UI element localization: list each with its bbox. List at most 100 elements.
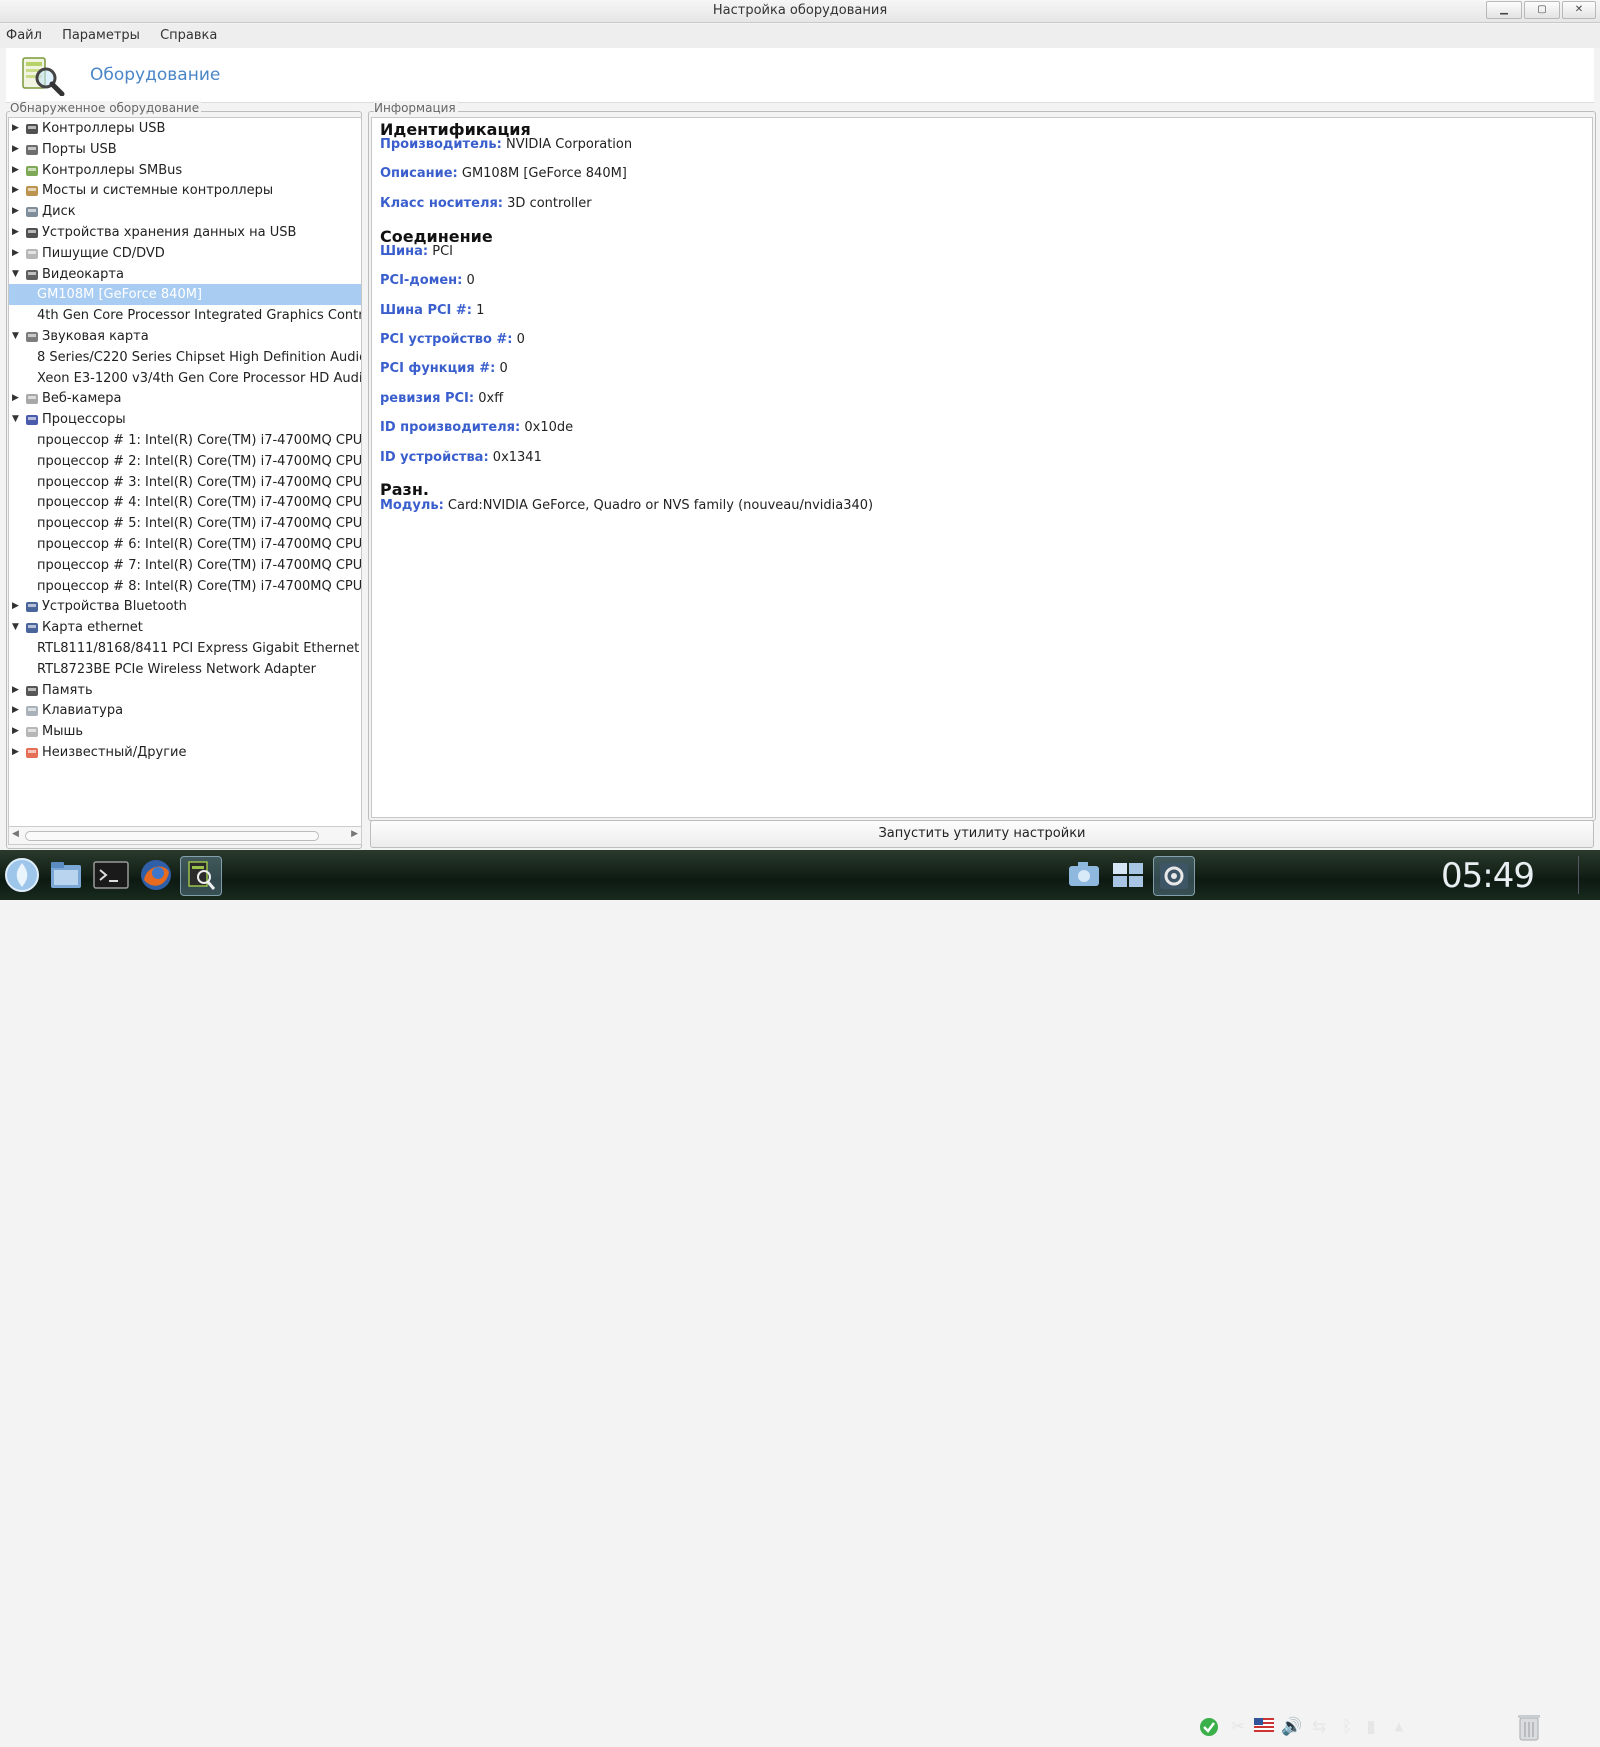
expand-arrow-icon[interactable]: ▶ (12, 118, 22, 139)
workspaces-icon[interactable] (1108, 856, 1148, 894)
tree-device-item[interactable]: процессор # 5: Intel(R) Core(TM) i7-4700… (9, 513, 361, 534)
hardware-config-icon[interactable] (180, 856, 222, 896)
tree-device-item[interactable]: 4th Gen Core Processor Integrated Graphi… (9, 305, 361, 326)
expand-arrow-icon[interactable]: ▶ (12, 222, 22, 243)
field-pci-function: PCI функция #: 0 (380, 361, 508, 376)
tray-expand-icon[interactable]: ▲ (1389, 1717, 1409, 1737)
field-manufacturer: Производитель: NVIDIA Corporation (380, 137, 633, 152)
tree-category[interactable]: ▼ Процессоры (9, 409, 361, 430)
collapse-arrow-icon[interactable]: ▼ (12, 409, 22, 430)
start-menu-icon[interactable] (4, 857, 40, 893)
volume-icon[interactable]: 🔊 (1281, 1717, 1302, 1737)
terminal-icon[interactable] (91, 856, 131, 894)
collapse-arrow-icon[interactable]: ▼ (12, 617, 22, 638)
hardware-tree[interactable]: ▶ Контроллеры USB ▶ Порты USB ▶ Контроллеры S… (8, 117, 362, 829)
tree-device-label: процессор # 3: Intel(R) Core(TM) i7-4700… (37, 474, 361, 490)
run-config-utility-button[interactable]: Запустить утилиту настройки (370, 820, 1594, 848)
tree-device-item[interactable]: GM108M [GeForce 840M] (9, 284, 361, 306)
expand-arrow-icon[interactable]: ▶ (12, 721, 22, 742)
page-header: Оборудование (6, 48, 1594, 103)
tree-device-item[interactable]: процессор # 2: Intel(R) Core(TM) i7-4700… (9, 451, 361, 472)
tree-category[interactable]: ▶ Контроллеры SMBus (9, 160, 361, 181)
network-icon[interactable]: ⇆ (1309, 1717, 1329, 1737)
tree-device-item[interactable]: RTL8111/8168/8411 PCI Express Gigabit Et… (9, 638, 361, 659)
information-label: Информация (374, 101, 458, 115)
unknown-icon (26, 748, 38, 758)
scrollbar-thumb[interactable] (25, 831, 319, 841)
expand-arrow-icon[interactable]: ▶ (12, 201, 22, 222)
tree-device-item[interactable]: процессор # 1: Intel(R) Core(TM) i7-4700… (9, 430, 361, 451)
tree-category[interactable]: ▼ Звуковая карта (9, 326, 361, 347)
scroll-left-icon[interactable]: ◀ (12, 829, 19, 839)
menu-file[interactable]: Файл (0, 24, 50, 43)
collapse-arrow-icon[interactable]: ▼ (12, 264, 22, 285)
tree-category[interactable]: ▶ Мосты и системные контроллеры (9, 180, 361, 201)
tree-device-item[interactable]: процессор # 8: Intel(R) Core(TM) i7-4700… (9, 576, 361, 597)
show-desktop-button[interactable] (1578, 856, 1597, 894)
tree-device-item[interactable]: процессор # 7: Intel(R) Core(TM) i7-4700… (9, 555, 361, 576)
usb-icon (26, 124, 38, 134)
screenshot-icon[interactable] (1064, 856, 1104, 894)
disk-icon (26, 207, 38, 218)
tree-device-item[interactable]: Xeon E3-1200 v3/4th Gen Core Processor H… (9, 368, 361, 389)
tree-category-label: Процессоры (42, 412, 126, 428)
tree-device-label: процессор # 7: Intel(R) Core(TM) i7-4700… (37, 557, 361, 573)
tree-horizontal-scrollbar[interactable]: ◀ ▶ (8, 826, 362, 845)
bridge-icon (26, 186, 38, 197)
tree-device-item[interactable]: процессор # 4: Intel(R) Core(TM) i7-4700… (9, 492, 361, 513)
expand-arrow-icon[interactable]: ▶ (12, 388, 22, 409)
expand-arrow-icon[interactable]: ▶ (12, 596, 22, 617)
firefox-icon[interactable] (136, 856, 176, 894)
tree-category[interactable]: ▶ Пишущие CD/DVD (9, 243, 361, 264)
scroll-right-icon[interactable]: ▶ (351, 829, 358, 839)
bluetooth-icon[interactable]: ᛒ (1337, 1717, 1357, 1737)
expand-arrow-icon[interactable]: ▶ (12, 139, 22, 160)
tree-category[interactable]: ▶ Веб-камера (9, 388, 361, 409)
tree-category[interactable]: ▼ Карта ethernet (9, 617, 361, 638)
field-module: Модуль: Card:NVIDIA GeForce, Quadro or N… (380, 498, 874, 513)
tree-device-label: процессор # 8: Intel(R) Core(TM) i7-4700… (37, 578, 361, 594)
expand-arrow-icon[interactable]: ▶ (12, 700, 22, 721)
tree-device-item[interactable]: RTL8723BE PCIe Wireless Network Adapter (9, 659, 361, 680)
tree-category[interactable]: ▶ Память (9, 680, 361, 701)
tree-category[interactable]: ▶ Мышь (9, 721, 361, 742)
close-button[interactable]: ✕ (1562, 1, 1596, 19)
signal-icon[interactable]: ▮ (1361, 1717, 1381, 1737)
tree-category[interactable]: ▶ Клавиатура (9, 700, 361, 721)
tree-category[interactable]: ▶ Устройства Bluetooth (9, 596, 361, 617)
clipboard-icon[interactable]: ✂ (1228, 1717, 1248, 1737)
expand-arrow-icon[interactable]: ▶ (12, 160, 22, 181)
tree-category[interactable]: ▶ Порты USB (9, 139, 361, 160)
menu-help[interactable]: Справка (152, 24, 225, 43)
expand-arrow-icon[interactable]: ▶ (12, 680, 22, 701)
tree-device-label: процессор # 6: Intel(R) Core(TM) i7-4700… (37, 537, 361, 552)
tree-device-item[interactable]: 8 Series/C220 Series Chipset High Defini… (9, 347, 361, 368)
keyboard-layout-flag-icon[interactable] (1254, 1717, 1274, 1737)
tree-category[interactable]: ▶ Контроллеры USB (9, 118, 361, 139)
settings-icon[interactable] (1153, 856, 1195, 896)
tree-category-label: Память (42, 682, 93, 698)
tree-category[interactable]: ▶ Устройства хранения данных на USB (9, 222, 361, 243)
expand-arrow-icon[interactable]: ▶ (12, 180, 22, 201)
tree-device-item[interactable]: процессор # 6: Intel(R) Core(TM) i7-4700… (9, 534, 361, 555)
expand-arrow-icon[interactable]: ▶ (12, 243, 22, 264)
updates-ok-icon[interactable] (1199, 1717, 1219, 1737)
tree-category[interactable]: ▶ Неизвестный/Другие (9, 742, 361, 763)
keyboard-icon (26, 706, 38, 717)
tree-device-item[interactable]: процессор # 3: Intel(R) Core(TM) i7-4700… (9, 472, 361, 493)
tree-category-label: Устройства Bluetooth (42, 599, 187, 615)
menu-parameters[interactable]: Параметры (54, 24, 148, 43)
mouse-icon (26, 727, 38, 738)
maximize-button[interactable]: ▢ (1524, 1, 1560, 19)
minimize-button[interactable]: ▁ (1486, 1, 1522, 19)
tree-category-label: Мосты и системные контроллеры (42, 183, 274, 199)
expand-arrow-icon[interactable]: ▶ (12, 742, 22, 763)
tree-category[interactable]: ▼ Видеокарта (9, 264, 361, 285)
tree-device-label: RTL8111/8168/8411 PCI Express Gigabit Et… (37, 641, 361, 656)
bluetooth-icon (26, 602, 38, 613)
collapse-arrow-icon[interactable]: ▼ (12, 326, 22, 347)
tree-category[interactable]: ▶ Диск (9, 201, 361, 222)
file-manager-icon[interactable] (46, 856, 86, 894)
trash-icon[interactable] (1514, 1712, 1544, 1742)
usb-port-icon (26, 144, 38, 155)
